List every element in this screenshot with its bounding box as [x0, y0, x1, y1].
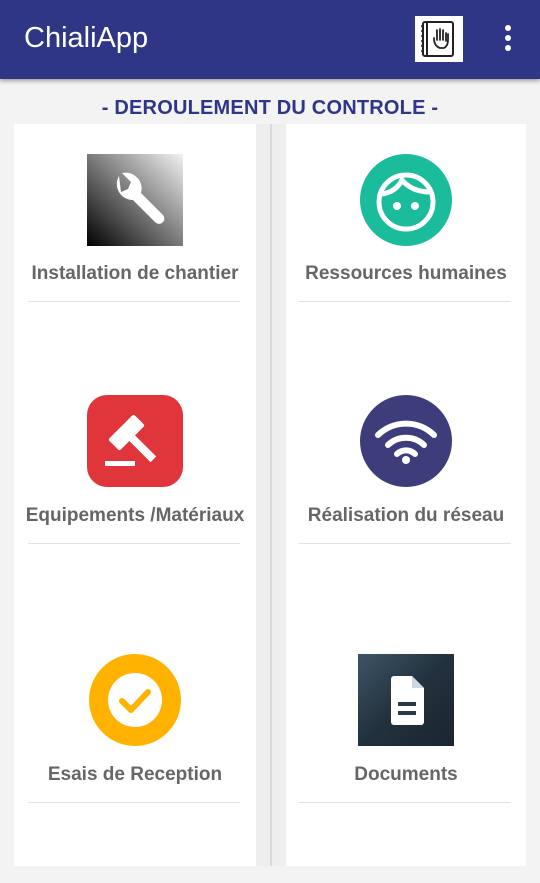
tile-underline	[299, 301, 511, 302]
tile-label: Documents	[354, 764, 458, 785]
check-circle-icon	[87, 654, 183, 746]
tile-underline	[28, 301, 240, 302]
tile-underline	[28, 802, 240, 803]
tile-equipements-materiaux[interactable]: Equipements /Matériaux	[14, 395, 256, 595]
overflow-menu-dot	[505, 35, 511, 41]
tile-installation-de-chantier[interactable]: Installation de chantier	[14, 154, 256, 354]
tile-label: Réalisation du réseau	[307, 505, 505, 526]
manual-book-button[interactable]	[415, 16, 463, 62]
document-icon	[358, 654, 454, 746]
gavel-icon	[87, 395, 183, 487]
tile-label: Installation de chantier	[31, 263, 239, 284]
tile-label: Equipements /Matériaux	[25, 505, 245, 526]
app-title: ChialiApp	[24, 22, 149, 54]
app-bar: ChialiApp	[0, 0, 540, 79]
section-heading: - DEROULEMENT DU CONTROLE -	[101, 97, 439, 119]
tile-label: Ressources humaines	[305, 263, 507, 284]
tile-underline	[299, 543, 511, 544]
overflow-menu-button[interactable]	[494, 20, 522, 56]
column-divider	[256, 124, 286, 866]
tile-underline	[299, 802, 511, 803]
tile-label: Esais de Reception	[47, 764, 223, 785]
tile-realisation-du-reseau[interactable]: Réalisation du réseau	[285, 395, 527, 595]
face-icon	[358, 154, 454, 246]
overflow-menu-dot	[505, 45, 511, 51]
tile-documents[interactable]: Documents	[285, 654, 527, 854]
overflow-menu-icon	[505, 25, 511, 31]
tile-esais-de-reception[interactable]: Esais de Reception	[14, 654, 256, 854]
wrench-icon	[87, 154, 183, 246]
manual-book-hand-icon	[421, 21, 454, 57]
wifi-icon	[358, 395, 454, 487]
tile-underline	[28, 543, 240, 544]
tile-ressources-humaines[interactable]: Ressources humaines	[285, 154, 527, 354]
